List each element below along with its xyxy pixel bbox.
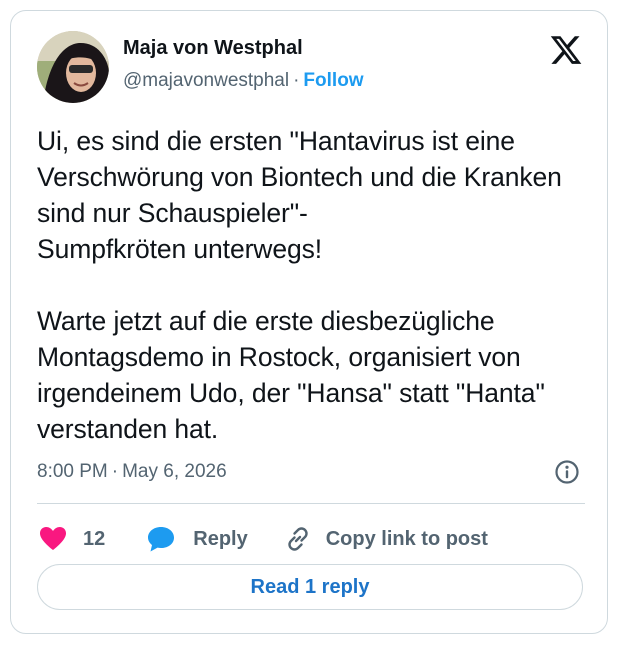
heart-icon [37,523,69,555]
copy-link-label: Copy link to post [325,527,488,550]
read-replies-label: Read 1 reply [250,575,370,598]
like-count: 12 [83,527,106,550]
post-timestamp[interactable]: 8:00 PM · May 6, 2026 [37,461,227,483]
divider [37,503,585,504]
author-avatar[interactable] [37,31,109,103]
post-actions: 12 Reply Copy link to post [37,519,488,559]
follow-button[interactable]: Follow [303,70,363,91]
avatar-image [37,31,109,103]
separator-dot: · [111,461,119,482]
copy-link-button[interactable]: Copy link to post [282,523,488,555]
author-name[interactable]: Maja von Westphal [123,37,303,60]
post-text: Ui, es sind die ersten "Hantavirus ist e… [37,126,562,444]
author-handle[interactable]: @majavonwestphal [123,70,289,91]
link-icon [282,523,314,555]
speech-bubble-icon [145,523,177,555]
reply-button[interactable]: Reply [145,523,248,555]
read-replies-button[interactable]: Read 1 reply [37,564,583,610]
info-icon[interactable] [554,459,580,485]
author-handle-row: @majavonwestphal · Follow [123,70,364,92]
post-time: 8:00 PM [37,461,108,482]
x-logo-icon[interactable] [549,33,583,67]
separator-dot: · [293,70,300,91]
post-date: May 6, 2026 [122,461,227,482]
embedded-post-card: Maja von Westphal @majavonwestphal · Follo… [10,10,608,634]
like-button[interactable]: 12 [37,523,105,555]
reply-label: Reply [193,527,248,550]
